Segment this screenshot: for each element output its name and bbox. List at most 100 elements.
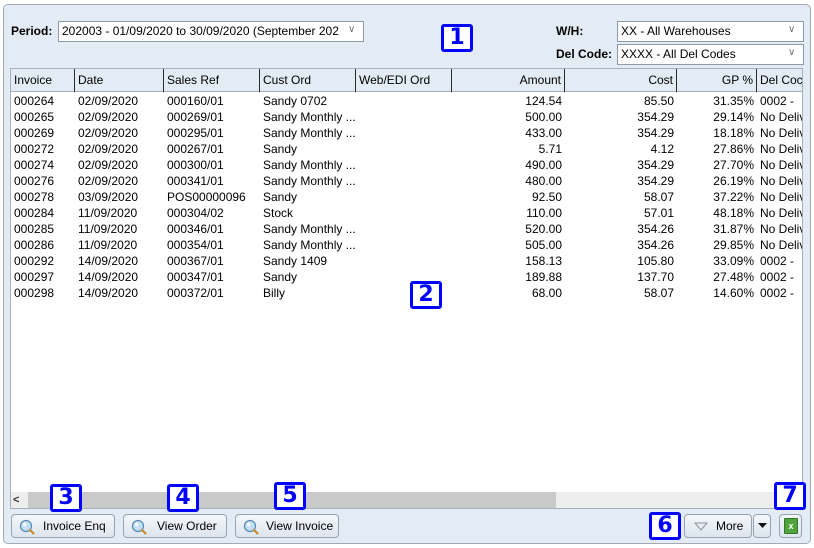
annotation-badge-2: 2 [410, 281, 442, 309]
table-cell: Sandy Monthly ... [263, 158, 356, 172]
table-cell: 354.29 [637, 126, 674, 140]
more-label: More [716, 519, 744, 533]
table-row[interactable]: 000272 02/09/2020 000267/01 Sandy 5.71 4.12 27… [11, 141, 803, 157]
table-cell: 5.71 [538, 142, 562, 156]
view-invoice-button[interactable]: View Invoice [235, 514, 339, 538]
table-cell: 000304/02 [167, 206, 224, 220]
table-row[interactable]: 000285 11/09/2020 000346/01 Sandy Monthly .… [11, 221, 802, 237]
table-cell: 000160/01 [167, 94, 224, 108]
table-row[interactable]: 000276 02/09/2020 000341/01 Sandy Monthly .… [11, 173, 802, 189]
table-cell: 000264 [14, 94, 55, 108]
table-cell: 354.26 [637, 222, 674, 236]
table-row[interactable]: 000286 11/09/2020 000354/01 Sandy Monthly .… [11, 237, 802, 253]
table-cell [356, 189, 452, 205]
view-order-button[interactable]: View Order [123, 514, 227, 538]
delcode-dropdown[interactable]: XXXX - All Del Codes ∨ [617, 44, 804, 65]
column-header[interactable]: Amount [452, 69, 565, 92]
column-header[interactable]: Cust Ord [260, 69, 356, 92]
view-order-label: View Order [157, 519, 217, 533]
table-cell: Sandy 1409 [263, 254, 328, 268]
table-cell: 02/09/2020 [78, 126, 139, 140]
column-header[interactable]: Cost [565, 69, 677, 92]
table-cell: 354.29 [637, 110, 674, 124]
table-cell: No Deliv [760, 126, 803, 140]
table-row[interactable]: 000292 14/09/2020 000367/01 Sandy 1409 158.1… [11, 253, 802, 269]
table-cell [356, 93, 452, 109]
table-cell: 85.50 [643, 94, 674, 108]
table-row[interactable]: 000264 02/09/2020 000160/01 Sandy 0702 124.5… [11, 93, 802, 109]
more-button[interactable]: More [684, 514, 752, 538]
table-row[interactable]: 000274 02/09/2020 000300/01 Sandy Monthly .… [11, 157, 802, 173]
table-cell: 27.70% [713, 158, 754, 172]
table-cell: 37.22% [713, 190, 754, 204]
table-cell: 354.29 [637, 158, 674, 172]
more-dropdown-button[interactable] [753, 514, 771, 538]
table-cell: No Deliv [760, 142, 803, 156]
column-header[interactable]: Del Coc [757, 69, 802, 92]
table-cell: 000292 [14, 254, 55, 268]
annotation-badge-5: 5 [274, 482, 306, 510]
chevron-down-icon: ∨ [788, 47, 796, 58]
column-header[interactable]: Web/EDI Ord [356, 69, 452, 92]
table-cell: 000267/01 [167, 142, 224, 156]
table-cell: 18.18% [713, 126, 754, 140]
view-invoice-label: View Invoice [266, 519, 334, 533]
column-header[interactable]: Sales Ref [164, 69, 260, 92]
table-row[interactable]: 000284 11/09/2020 000304/02 Stock 110.00 57.0… [11, 205, 802, 221]
table-cell: 500.00 [525, 110, 562, 124]
table-row[interactable]: 000297 14/09/2020 000347/01 Sandy 189.88 137.… [11, 269, 802, 285]
table-cell [356, 157, 452, 173]
table-cell: 000347/01 [167, 270, 224, 284]
column-header[interactable]: Date [75, 69, 164, 92]
table-header: Invoice Date Sales Ref Cust Ord Web/EDI Ord A… [11, 69, 802, 92]
warehouse-value: XX - All Warehouses [621, 24, 731, 38]
table-cell: Sandy Monthly ... [263, 110, 356, 124]
table-cell: Stock [263, 206, 294, 220]
table-cell: 02/09/2020 [78, 174, 139, 188]
annotation-badge-7: 7 [774, 482, 806, 510]
table-cell: Sandy Monthly ... [263, 222, 356, 236]
table-cell: 26.19% [713, 174, 754, 188]
table-cell: 124.54 [525, 94, 562, 108]
table-row[interactable]: 000298 14/09/2020 000372/01 Billy 68.00 58.07… [11, 285, 802, 301]
table-cell: 000278 [14, 190, 55, 204]
column-header[interactable]: GP % [677, 69, 757, 92]
magnifier-icon [243, 519, 259, 535]
table-cell: 000295/01 [167, 126, 224, 140]
table-cell: 520.00 [525, 222, 562, 236]
table-cell: 105.80 [637, 254, 674, 268]
chevron-down-icon: ∨ [348, 24, 356, 35]
magnifier-icon [131, 519, 147, 535]
table-cell: 000285 [14, 222, 55, 236]
table-row[interactable]: 000265 02/09/2020 000269/01 Sandy Monthly .… [11, 109, 802, 125]
table-cell [356, 221, 452, 237]
table-cell: 110.00 [526, 206, 562, 220]
table-cell: 02/09/2020 [78, 110, 139, 124]
table-cell: 14/09/2020 [78, 254, 139, 268]
table-cell [356, 173, 452, 189]
table-cell: 433.00 [525, 126, 562, 140]
table-cell: Billy [263, 286, 286, 300]
table-row[interactable]: 000278 03/09/2020 POS00000096 Sandy 92.50 58.… [11, 189, 802, 205]
invoice-enq-button[interactable]: Invoice Enq [11, 514, 115, 538]
table-cell: 11/09/2020 [78, 222, 138, 236]
export-excel-button[interactable]: x [779, 514, 802, 538]
column-header[interactable]: Invoice [11, 69, 75, 92]
wh-label: W/H: [556, 24, 584, 38]
magnifier-icon [19, 519, 35, 535]
table-cell: 14/09/2020 [78, 286, 139, 300]
invoice-enq-label: Invoice Enq [43, 519, 106, 533]
table-cell: 490.00 [525, 158, 562, 172]
scroll-left-icon[interactable]: < [13, 492, 27, 508]
table-cell: 0002 - [760, 286, 795, 300]
table-cell: 4.12 [650, 142, 674, 156]
period-dropdown[interactable]: 202003 - 01/09/2020 to 30/09/2020 (Septe… [58, 21, 364, 42]
horizontal-scrollbar[interactable]: < [11, 492, 802, 508]
table-cell: 354.26 [637, 238, 674, 252]
warehouse-dropdown[interactable]: XX - All Warehouses ∨ [617, 21, 804, 42]
table-cell: 000276 [14, 174, 55, 188]
table-cell: 27.86% [713, 142, 754, 156]
table-row[interactable]: 000269 02/09/2020 000295/01 Sandy Monthly .… [11, 125, 803, 141]
table-cell [356, 237, 452, 253]
excel-icon: x [784, 518, 798, 534]
